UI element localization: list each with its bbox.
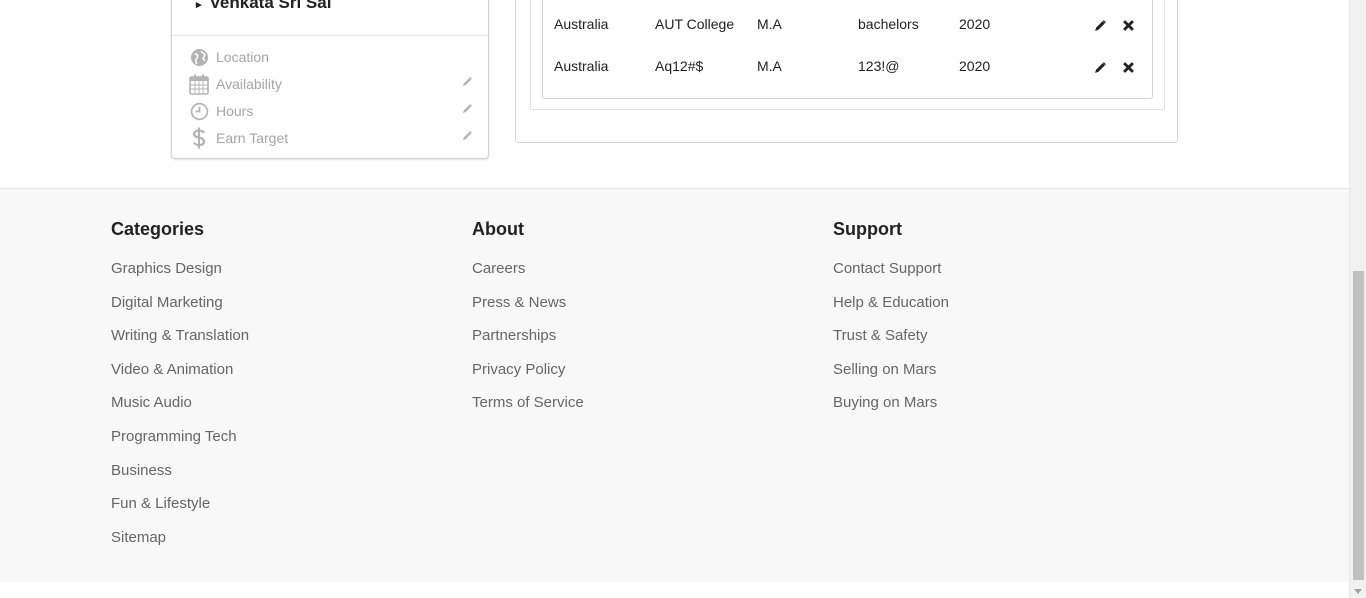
footer-heading-support: Support: [833, 219, 902, 239]
cell-country: Australia: [554, 16, 609, 32]
footer: Categories Graphics Design Digital Marke…: [0, 188, 1349, 582]
page-scrollbar[interactable]: [1349, 0, 1366, 598]
edit-row-icon[interactable]: [1092, 59, 1108, 75]
footer-link[interactable]: Press & News: [472, 293, 584, 327]
cell-year: 2020: [959, 58, 991, 74]
delete-row-icon[interactable]: [1120, 59, 1136, 75]
info-row-location: Location: [188, 45, 474, 69]
caret-icon: ▸: [196, 0, 202, 11]
clock-icon: [188, 100, 210, 122]
footer-link[interactable]: Help & Education: [833, 293, 949, 327]
footer-link[interactable]: Trust & Safety: [833, 326, 949, 360]
edit-hours-icon[interactable]: [460, 101, 474, 115]
footer-categories: Categories Graphics Design Digital Marke…: [111, 217, 249, 561]
info-label-earn-target: Earn Target: [216, 130, 289, 146]
profile-name: ▸ Venkata Sri Sai: [196, 0, 331, 23]
delete-row-icon[interactable]: [1120, 17, 1136, 33]
footer-about: About Careers Press & News Partnerships …: [472, 217, 584, 427]
calendar-icon: [188, 73, 210, 95]
cell-college: Aq12#$: [655, 58, 704, 74]
info-label-availability: Availability: [216, 76, 282, 92]
cell-degree: bachelors: [858, 16, 919, 32]
edit-availability-icon[interactable]: [460, 74, 474, 88]
footer-heading-categories: Categories: [111, 219, 205, 239]
info-row-earn-target: Earn Target: [188, 126, 474, 150]
cell-title: M.A: [757, 16, 782, 32]
footer-heading-about: About: [472, 219, 524, 239]
footer-support: Support Contact Support Help & Education…: [833, 217, 949, 427]
education-segment: Australia AUT College M.A bachelors 2020…: [530, 0, 1165, 110]
info-row-hours: Hours: [188, 99, 474, 123]
footer-link[interactable]: Selling on Mars: [833, 360, 949, 394]
footer-link[interactable]: Contact Support: [833, 259, 949, 293]
footer-link[interactable]: Digital Marketing: [111, 293, 249, 327]
cell-year: 2020: [959, 16, 991, 32]
table-row: Australia Aq12#$ M.A 123!@ 2020: [543, 58, 1152, 98]
footer-link[interactable]: Fun & Lifestyle: [111, 494, 249, 528]
dollar-icon: [188, 127, 210, 149]
footer-link[interactable]: Partnerships: [472, 326, 584, 360]
profile-card: ▸ Venkata Sri Sai Location Availability H…: [171, 0, 489, 159]
edit-earn-target-icon[interactable]: [460, 128, 474, 142]
scroll-down-arrow-icon[interactable]: [1354, 589, 1362, 594]
divider: [172, 35, 488, 36]
globe-icon: [188, 46, 210, 68]
profile-name-text: Venkata Sri Sai: [209, 0, 332, 12]
footer-link[interactable]: Sitemap: [111, 528, 249, 562]
footer-link[interactable]: Terms of Service: [472, 393, 584, 427]
footer-link[interactable]: Careers: [472, 259, 584, 293]
cell-title: M.A: [757, 58, 782, 74]
footer-link[interactable]: Business: [111, 461, 249, 495]
info-row-availability: Availability: [188, 72, 474, 96]
scrollbar-thumb[interactable]: [1353, 271, 1364, 580]
footer-link[interactable]: Privacy Policy: [472, 360, 584, 394]
cell-college: AUT College: [655, 16, 735, 32]
education-table: Australia AUT College M.A bachelors 2020…: [542, 0, 1153, 99]
table-row: Australia AUT College M.A bachelors 2020: [543, 16, 1152, 56]
cell-country: Australia: [554, 58, 609, 74]
footer-link[interactable]: Buying on Mars: [833, 393, 949, 427]
info-label-location: Location: [216, 49, 269, 65]
footer-link[interactable]: Music Audio: [111, 393, 249, 427]
footer-link[interactable]: Video & Animation: [111, 360, 249, 394]
education-panel: Australia AUT College M.A bachelors 2020…: [515, 0, 1178, 143]
cell-degree: 123!@: [858, 58, 900, 74]
footer-link[interactable]: Programming Tech: [111, 427, 249, 461]
footer-link[interactable]: Writing & Translation: [111, 326, 249, 360]
footer-link[interactable]: Graphics Design: [111, 259, 249, 293]
edit-row-icon[interactable]: [1092, 17, 1108, 33]
info-label-hours: Hours: [216, 103, 254, 119]
